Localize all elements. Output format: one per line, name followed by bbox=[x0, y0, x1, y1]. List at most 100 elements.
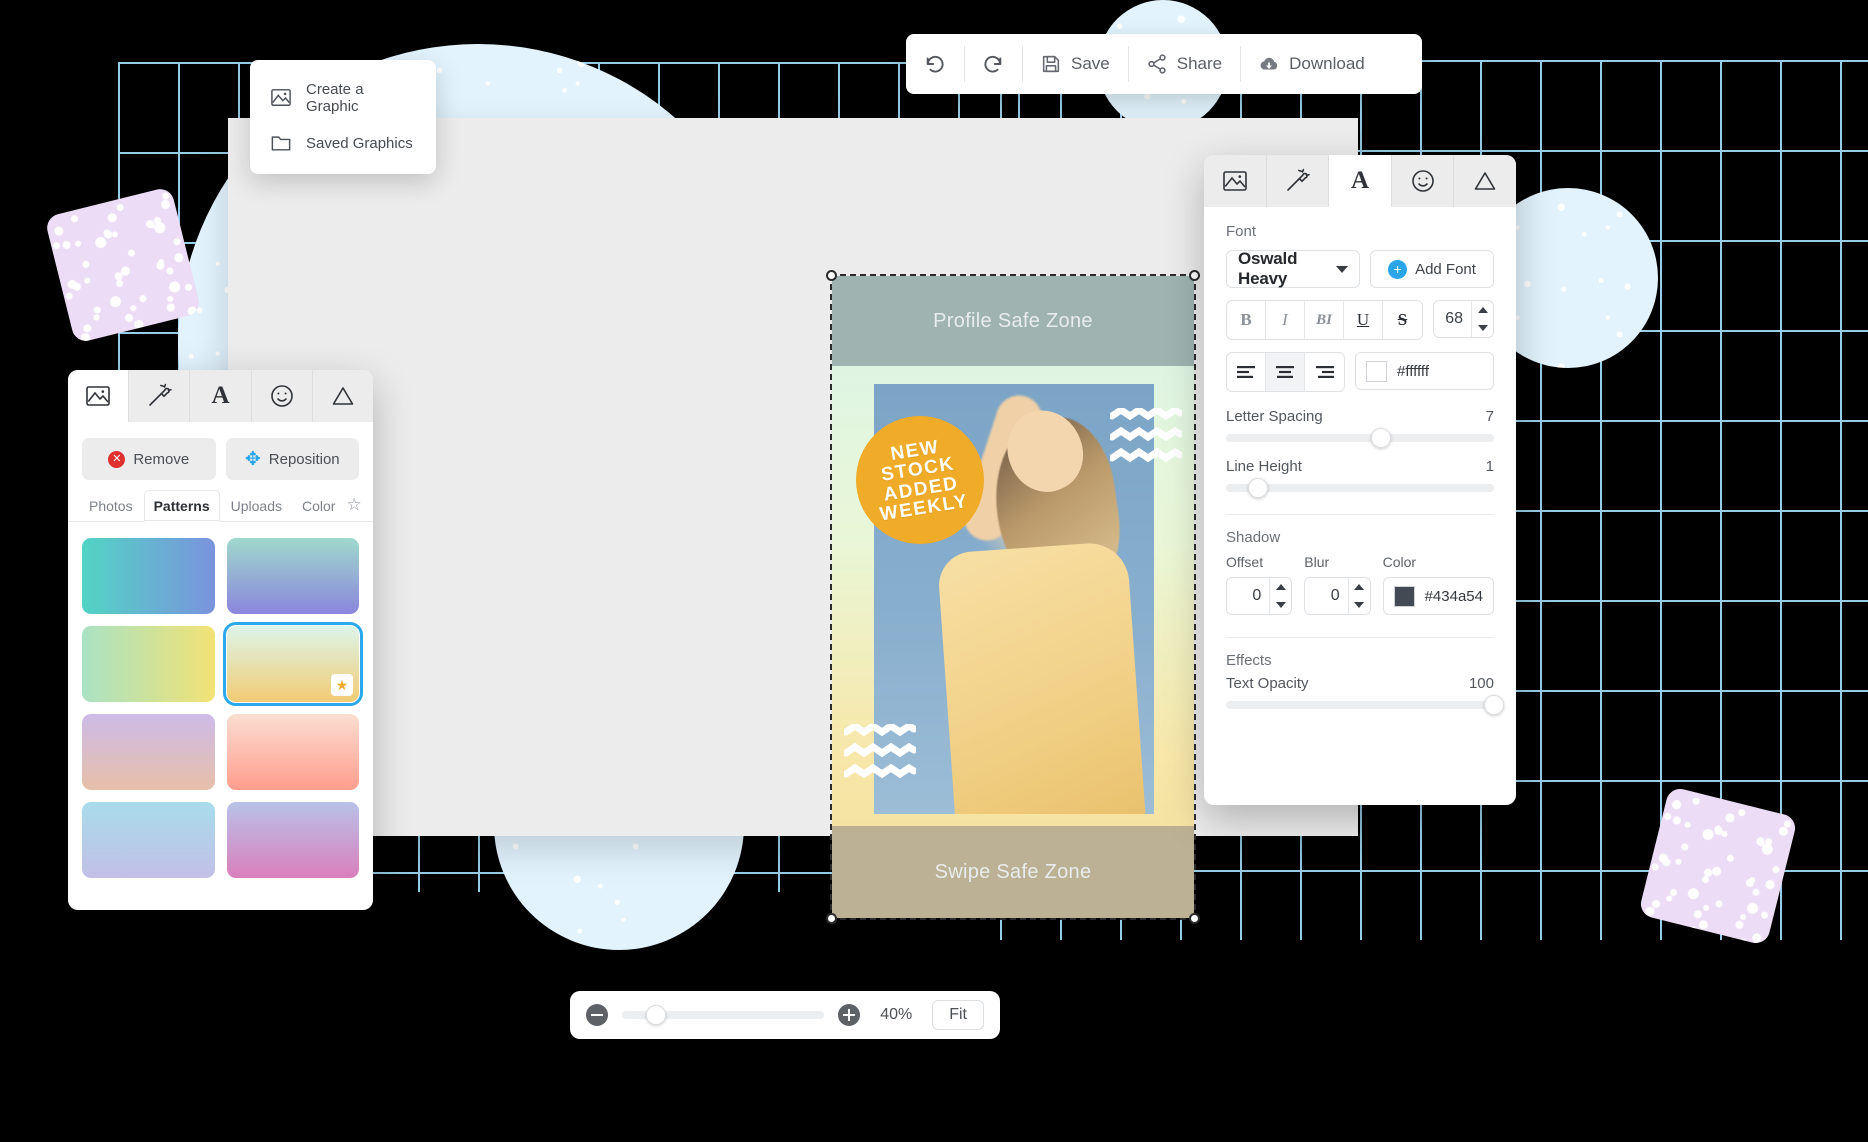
canvas-sheet: Profile Safe Zone NEW STOCK ADDED WEEKLY… bbox=[228, 118, 1358, 924]
shadow-color-swatch bbox=[1393, 585, 1415, 607]
image-icon bbox=[1222, 171, 1247, 191]
subtab-photos[interactable]: Photos bbox=[80, 491, 142, 521]
font-row: Oswald Heavy + Add Font bbox=[1226, 249, 1494, 288]
right-tab-shapes[interactable] bbox=[1454, 155, 1516, 207]
chevron-down-icon bbox=[1336, 265, 1348, 273]
strikethrough-button[interactable]: S bbox=[1383, 301, 1422, 339]
menu-item-create-a-graphic[interactable]: Create a Graphic bbox=[250, 72, 436, 124]
bold-italic-button[interactable]: BI bbox=[1305, 301, 1344, 339]
subtab-uploads[interactable]: Uploads bbox=[222, 491, 291, 521]
left-tab-text[interactable]: A bbox=[190, 370, 252, 422]
redo-button[interactable] bbox=[964, 34, 1022, 94]
text-color-picker[interactable]: #ffffff bbox=[1355, 352, 1494, 390]
top-toolbar: Save Share Download bbox=[906, 34, 1422, 94]
add-font-button[interactable]: + Add Font bbox=[1370, 250, 1494, 288]
line-height-slider[interactable] bbox=[1226, 478, 1494, 498]
pattern-swatch-grid: ★ bbox=[68, 522, 373, 894]
selected-design-frame[interactable]: Profile Safe Zone NEW STOCK ADDED WEEKLY… bbox=[826, 270, 1200, 924]
font-family-value: Oswald Heavy bbox=[1238, 249, 1298, 288]
right-editor-panel: A Font Oswald Heavy + Add Font B I BI U … bbox=[1204, 155, 1516, 805]
right-tab-effects[interactable] bbox=[1267, 155, 1330, 207]
line-height-label: Line Height bbox=[1226, 458, 1302, 475]
pattern-swatch[interactable] bbox=[82, 714, 215, 790]
divider-effects bbox=[1226, 637, 1494, 638]
favorite-star-icon[interactable]: ★ bbox=[331, 674, 353, 696]
pattern-swatch[interactable]: ★ bbox=[222, 622, 363, 706]
shadow-offset-stepper[interactable]: 0 bbox=[1226, 577, 1293, 615]
right-tab-image[interactable] bbox=[1204, 155, 1267, 207]
share-label: Share bbox=[1176, 54, 1223, 73]
resize-handle-bottom-right[interactable] bbox=[1189, 913, 1200, 924]
left-tab-shapes[interactable] bbox=[313, 370, 373, 422]
left-tab-effects[interactable] bbox=[129, 370, 191, 422]
shadow-color-picker[interactable]: #434a54 bbox=[1382, 577, 1494, 615]
resize-handle-top-left[interactable] bbox=[826, 270, 837, 281]
text-color-swatch bbox=[1366, 360, 1387, 382]
zoom-out-button[interactable] bbox=[586, 1004, 608, 1026]
shadow-blur-stepper[interactable]: 0 bbox=[1304, 577, 1371, 615]
pattern-swatch[interactable] bbox=[82, 802, 215, 878]
menu-item-saved-graphics[interactable]: Saved Graphics bbox=[250, 124, 436, 162]
underline-button[interactable]: U bbox=[1344, 301, 1383, 339]
photo-shirt bbox=[936, 541, 1148, 814]
line-height-knob[interactable] bbox=[1248, 478, 1269, 498]
italic-button[interactable]: I bbox=[1266, 301, 1305, 339]
swipe-safe-zone: Swipe Safe Zone bbox=[832, 826, 1194, 918]
share-button[interactable]: Share bbox=[1127, 34, 1240, 94]
align-right-button[interactable] bbox=[1305, 353, 1344, 391]
pattern-swatch[interactable] bbox=[226, 714, 359, 790]
download-button[interactable]: Download bbox=[1240, 34, 1383, 94]
text-opacity-slider[interactable] bbox=[1226, 695, 1504, 715]
zoom-in-button[interactable] bbox=[838, 1004, 861, 1026]
resize-handle-bottom-left[interactable] bbox=[826, 913, 837, 924]
alignment-row: #ffffff bbox=[1226, 352, 1494, 392]
shadow-offset-arrows bbox=[1269, 578, 1291, 614]
undo-button[interactable] bbox=[906, 34, 964, 94]
shadow-section-label: Shadow bbox=[1226, 529, 1281, 546]
reposition-button[interactable]: ✥ Reposition bbox=[225, 438, 359, 480]
shadow-offset-increase[interactable] bbox=[1270, 578, 1291, 596]
new-stock-badge[interactable]: NEW STOCK ADDED WEEKLY bbox=[856, 416, 984, 544]
subtab-patterns[interactable]: Patterns bbox=[143, 490, 220, 522]
pattern-swatch[interactable] bbox=[82, 538, 215, 614]
right-tab-text[interactable]: A bbox=[1329, 155, 1392, 207]
pattern-swatch[interactable] bbox=[82, 626, 215, 702]
zoom-percent-label: 40% bbox=[880, 1006, 913, 1023]
subtab-color[interactable]: Color bbox=[293, 491, 344, 521]
shadow-blur-increase[interactable] bbox=[1349, 578, 1370, 596]
profile-safe-zone-label: Profile Safe Zone bbox=[933, 309, 1093, 332]
font-size-increase[interactable] bbox=[1472, 301, 1493, 319]
resize-handle-top-right[interactable] bbox=[1189, 270, 1200, 281]
left-tab-stickers[interactable] bbox=[252, 370, 313, 422]
pattern-swatch[interactable] bbox=[226, 802, 359, 878]
left-tab-image[interactable] bbox=[68, 370, 130, 422]
text-opacity-knob[interactable] bbox=[1484, 695, 1504, 715]
right-tab-stickers[interactable] bbox=[1392, 155, 1455, 207]
fit-button[interactable]: Fit bbox=[932, 1000, 984, 1030]
pattern-swatch[interactable] bbox=[226, 538, 359, 614]
app-root: Profile Safe Zone NEW STOCK ADDED WEEKLY… bbox=[0, 0, 1868, 1142]
save-button[interactable]: Save bbox=[1022, 34, 1128, 94]
font-family-select[interactable]: Oswald Heavy bbox=[1226, 249, 1360, 288]
star-icon[interactable]: ☆ bbox=[346, 495, 361, 521]
line-height-header: Line Height 1 bbox=[1226, 458, 1494, 475]
magic-wand-icon bbox=[1287, 168, 1311, 191]
font-size-decrease[interactable] bbox=[1472, 319, 1493, 337]
zoom-slider[interactable] bbox=[622, 1005, 825, 1025]
shadow-offset-decrease[interactable] bbox=[1270, 596, 1291, 614]
text-opacity-label: Text Opacity bbox=[1226, 675, 1309, 692]
align-center-button[interactable] bbox=[1266, 353, 1305, 391]
bold-button[interactable]: B bbox=[1227, 301, 1266, 339]
shadow-blur-decrease[interactable] bbox=[1349, 596, 1370, 614]
letter-a-icon: A bbox=[1350, 167, 1370, 194]
new-stock-badge-text: NEW STOCK ADDED WEEKLY bbox=[870, 435, 970, 526]
divider-shadow bbox=[1226, 514, 1494, 515]
letter-spacing-label: Letter Spacing bbox=[1226, 408, 1323, 425]
align-left-button[interactable] bbox=[1227, 353, 1266, 391]
alignment-group bbox=[1226, 352, 1345, 392]
letter-spacing-knob[interactable] bbox=[1371, 428, 1392, 448]
letter-spacing-slider[interactable] bbox=[1226, 428, 1494, 448]
remove-button[interactable]: ✕ Remove bbox=[82, 438, 216, 480]
font-size-stepper[interactable]: 68 bbox=[1433, 300, 1494, 338]
zoom-slider-knob[interactable] bbox=[646, 1005, 667, 1025]
